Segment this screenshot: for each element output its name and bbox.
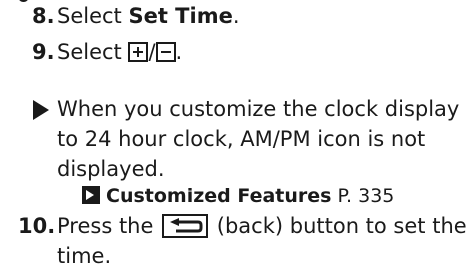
cross-reference[interactable]: Customized Features P. 335: [82, 185, 394, 207]
triangle-marker-icon: [33, 100, 49, 120]
reference-title[interactable]: Customized Features: [106, 185, 331, 207]
step-10-prefix: Press the: [57, 214, 161, 238]
note-line-3: displayed.: [57, 157, 165, 181]
step-9-number: 9.: [32, 40, 55, 64]
step-9-suffix: .: [175, 40, 183, 64]
cross-reference-icon: [82, 186, 100, 204]
step-9-separator: /: [148, 40, 156, 64]
reference-page: P. 335: [337, 185, 395, 207]
step-10-text: Press the (back) button to set the: [57, 214, 466, 238]
step-10-line2: time.: [57, 244, 112, 268]
step-9-text: Select /.: [57, 40, 182, 64]
back-button-icon: [162, 214, 209, 238]
step-8-suffix: .: [232, 4, 240, 28]
step-8-text: Select Set Time.: [57, 4, 240, 28]
note-line-2: to 24 hour clock, AM/PM icon is not: [57, 127, 426, 151]
step-8-prefix: Select: [57, 4, 129, 28]
note-line-1: When you customize the clock display: [57, 97, 460, 121]
minus-box-icon: [155, 42, 176, 62]
plus-box-icon: [128, 42, 149, 62]
step-10-suffix: (back) button to set the: [210, 214, 466, 238]
step-8-number: 8.: [32, 4, 55, 28]
step-9-prefix: Select: [57, 40, 129, 64]
note-text: When you customize the clock display to …: [57, 94, 459, 184]
set-time-label: Set Time: [128, 4, 233, 28]
step-10-number: 10.: [18, 214, 56, 238]
